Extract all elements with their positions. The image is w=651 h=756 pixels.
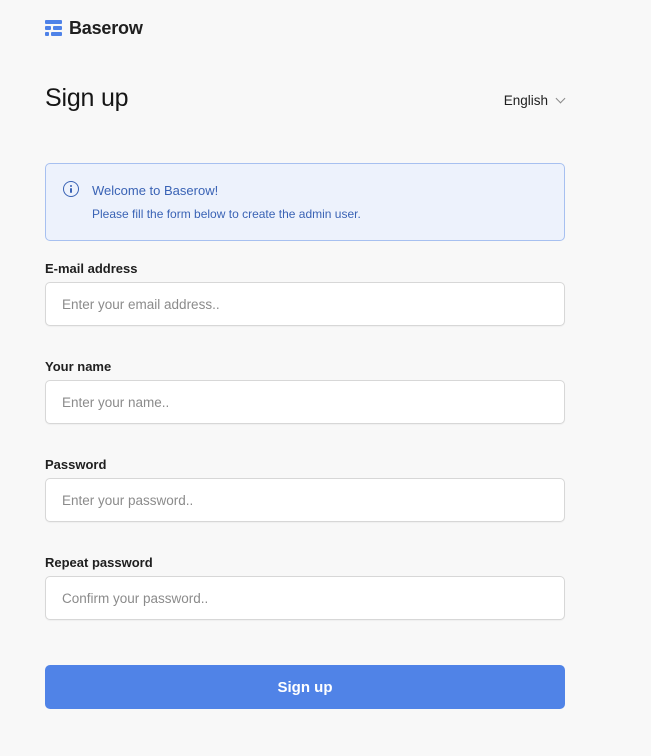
signup-page: Baserow Sign up English Welcome to Baser… bbox=[0, 0, 651, 756]
info-icon bbox=[63, 181, 79, 197]
baserow-logo: Baserow bbox=[45, 18, 143, 39]
welcome-alert: Welcome to Baserow! Please fill the form… bbox=[45, 163, 565, 241]
language-selector[interactable]: English bbox=[503, 92, 566, 108]
repeat-password-label: Repeat password bbox=[45, 555, 153, 570]
chevron-down-icon bbox=[555, 93, 566, 104]
email-field-group: E-mail address bbox=[45, 261, 565, 326]
alert-message: Please fill the form below to create the… bbox=[92, 207, 361, 221]
email-field[interactable] bbox=[45, 282, 565, 326]
name-field-group: Your name bbox=[45, 359, 565, 424]
password-field-group: Password bbox=[45, 457, 565, 522]
repeat-password-field-group: Repeat password bbox=[45, 555, 565, 620]
language-selected-label: English bbox=[503, 92, 548, 108]
page-header: Sign up English bbox=[45, 84, 566, 113]
repeat-password-field[interactable] bbox=[45, 576, 565, 620]
baserow-logo-icon bbox=[45, 20, 62, 37]
password-label: Password bbox=[45, 457, 107, 472]
brand-name: Baserow bbox=[69, 18, 143, 38]
name-field[interactable] bbox=[45, 380, 565, 424]
password-field[interactable] bbox=[45, 478, 565, 522]
name-label: Your name bbox=[45, 359, 112, 374]
email-label: E-mail address bbox=[45, 261, 138, 276]
page-title: Sign up bbox=[45, 84, 129, 112]
sign-up-button[interactable]: Sign up bbox=[45, 665, 565, 709]
alert-title: Welcome to Baserow! bbox=[92, 183, 219, 198]
